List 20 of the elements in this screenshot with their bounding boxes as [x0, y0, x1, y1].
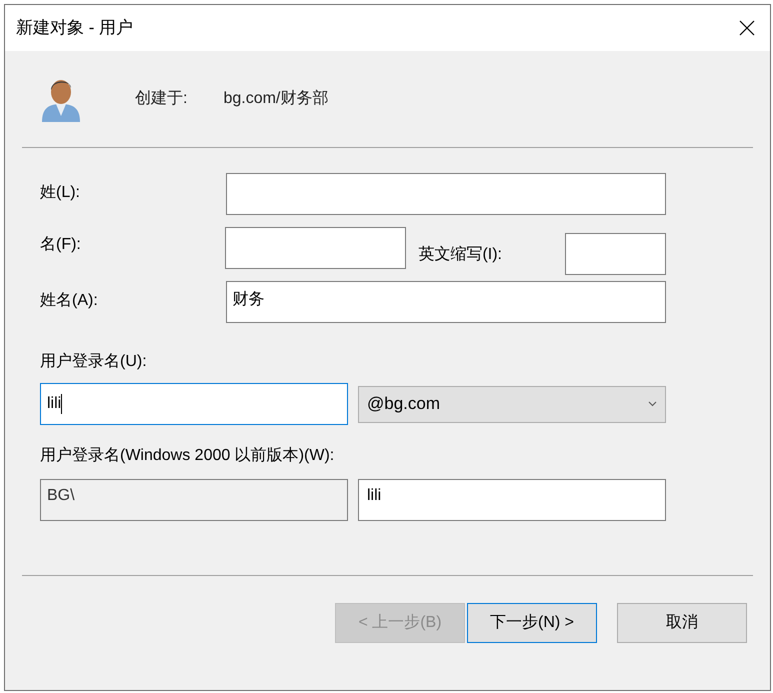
- logon-name-field[interactable]: lili: [40, 383, 348, 425]
- dialog-button[interactable]: 下一步(N) >: [467, 603, 597, 643]
- domain-dropdown[interactable]: @bg.com: [358, 386, 666, 422]
- field-label: 用户登录名(U):: [40, 352, 148, 372]
- full-name-field[interactable]: 财务: [226, 281, 666, 323]
- created-in-label: 创建于:: [135, 88, 188, 109]
- chevron-down-icon: [648, 401, 657, 407]
- last-name-field[interactable]: [226, 173, 666, 215]
- field-label: 名(F):: [40, 235, 82, 255]
- field-label: 姓(L):: [40, 183, 81, 203]
- field-label: 英文缩写(I):: [418, 244, 503, 265]
- close-icon[interactable]: [739, 20, 755, 36]
- pre2000-name-field[interactable]: lili: [358, 479, 666, 521]
- window-title: 新建对象 - 用户: [16, 17, 134, 40]
- container-path: bg.com/财务部: [223, 88, 328, 109]
- first-name-field[interactable]: [225, 227, 406, 269]
- field-label: 姓名(A):: [40, 291, 99, 311]
- field-label: 用户登录名(Windows 2000 以前版本)(W):: [40, 446, 336, 466]
- dialog-button[interactable]: 取消: [617, 603, 747, 643]
- initials-field[interactable]: [565, 233, 666, 275]
